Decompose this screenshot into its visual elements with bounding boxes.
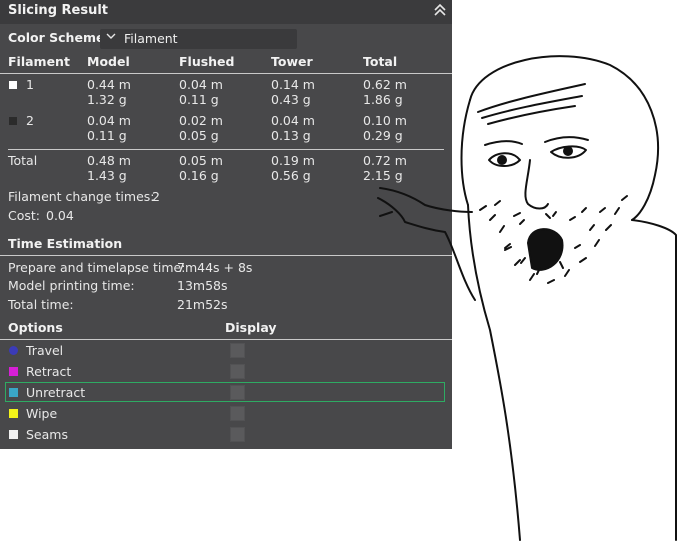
pointing-wojak-drawing-icon: [377, 55, 677, 541]
